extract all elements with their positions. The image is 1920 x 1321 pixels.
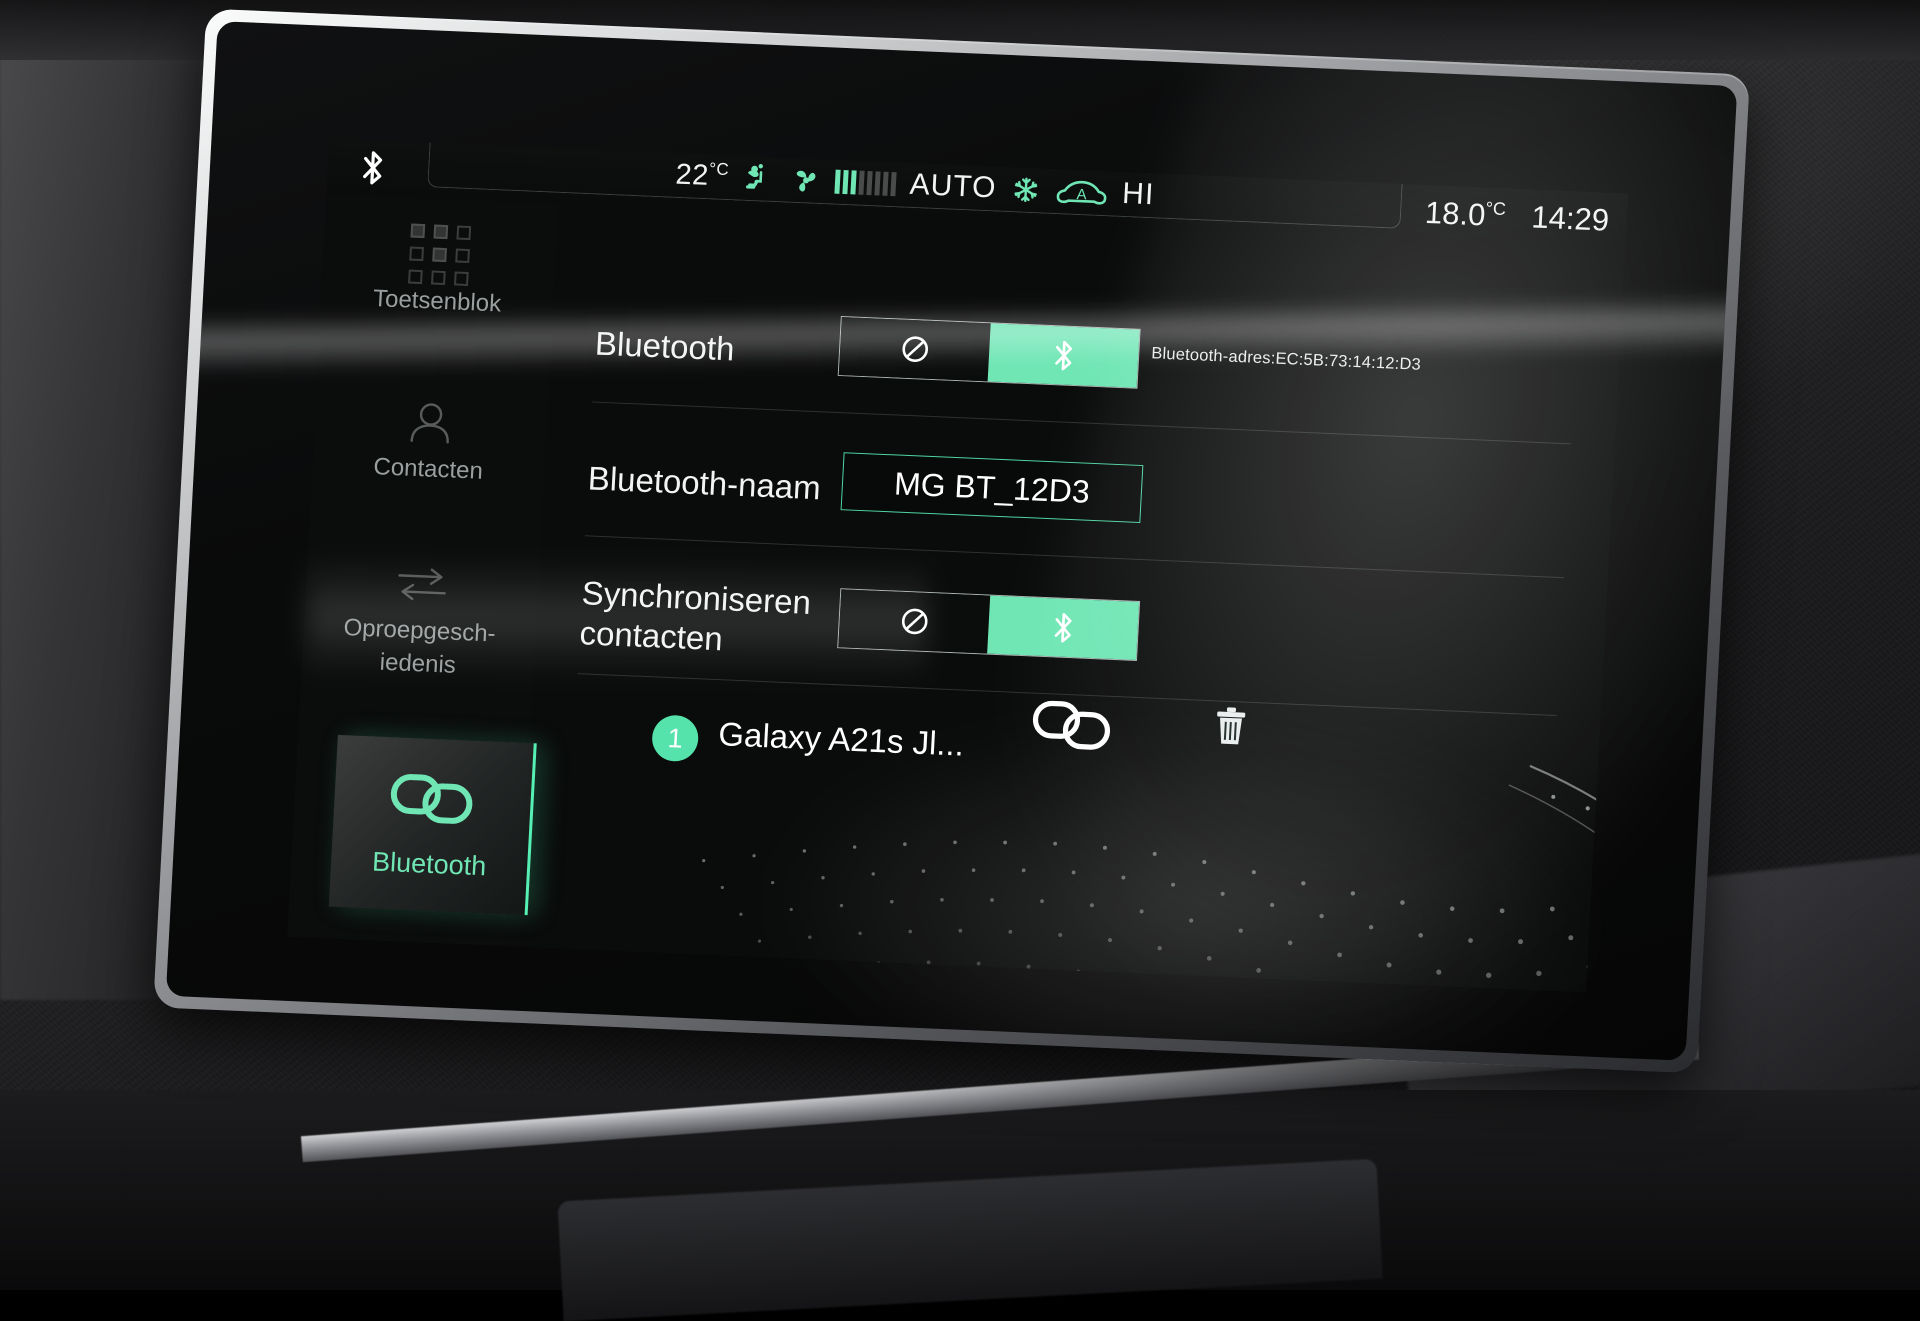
prohibited-icon [898, 606, 930, 637]
blower-hi-label: HI [1121, 176, 1155, 211]
auto-recirculation-car-icon: A [1054, 176, 1110, 208]
call-history-arrows-icon [390, 555, 455, 614]
outside-temperature: 18.0°C [1424, 195, 1506, 234]
sync-contacts-label: Synchroniseren contacten [579, 573, 812, 663]
bluetooth-link-icon [388, 768, 477, 835]
infotainment-display: 22°C [153, 9, 1750, 1074]
fan-level-bars [834, 169, 896, 196]
status-bluetooth-indicator [327, 147, 419, 189]
link-connected-icon [1030, 697, 1115, 756]
fan-icon [790, 164, 822, 195]
sync-contacts-toggle-on[interactable] [987, 596, 1139, 660]
trash-icon [1210, 702, 1250, 750]
clock: 14:29 [1531, 199, 1610, 238]
infotainment-ui: 22°C [287, 138, 1628, 992]
device-index-badge: 1 [651, 714, 699, 762]
device-connect-button[interactable] [1030, 697, 1115, 761]
keypad-icon [408, 226, 471, 284]
bluetooth-icon [359, 148, 387, 187]
status-right-group: 18.0°C 14:29 [1424, 195, 1628, 240]
prohibited-icon [899, 334, 931, 365]
display-glass: 22°C [166, 21, 1738, 1061]
bluetooth-name-label: Bluetooth-naam [587, 458, 822, 508]
device-delete-button[interactable] [1210, 702, 1251, 755]
sidebar-item-label-line1: Oproepgesch- [343, 615, 496, 648]
snowflake-icon [1010, 174, 1042, 205]
bluetooth-icon [1050, 610, 1076, 645]
sidebar-item-label: Bluetooth [371, 846, 487, 882]
svg-text:A: A [1076, 185, 1087, 202]
person-icon [403, 393, 458, 451]
airflow-body-icon [742, 160, 778, 195]
bluetooth-name-field[interactable]: MG BT_12D3 [841, 452, 1144, 523]
bluetooth-row-label: Bluetooth [594, 324, 735, 370]
sidebar-item-bluetooth[interactable]: Bluetooth [329, 735, 537, 915]
bluetooth-icon [1051, 338, 1077, 373]
sidebar-item-label-line2: iedenis [379, 649, 456, 679]
sidebar-item-call-history[interactable]: Oproepgesch- iedenis [301, 551, 539, 683]
bluetooth-address-hint: Bluetooth-adres:EC:5B:73:14:12:D3 [1151, 344, 1422, 375]
bluetooth-toggle[interactable] [838, 316, 1141, 389]
sync-contacts-toggle-off[interactable] [838, 589, 990, 653]
bluetooth-toggle-off[interactable] [839, 317, 991, 381]
bluetooth-settings-pane: Bluetooth Bluetooth-adres:EC:5B [519, 204, 1626, 993]
sync-contacts-toggle[interactable] [837, 588, 1140, 661]
sidebar-item-label: Contacten [373, 454, 484, 486]
sidebar-item-label: Toetsenblok [372, 286, 501, 318]
sidebar-item-keypad[interactable]: Toetsenblok [320, 222, 557, 321]
sidebar-item-contacts[interactable]: Contacten [312, 390, 549, 489]
auto-mode-label: AUTO [909, 167, 998, 205]
phone-sidebar: Toetsenblok Contacten [287, 194, 558, 947]
divider [592, 401, 1571, 444]
bluetooth-toggle-on[interactable] [988, 323, 1140, 387]
paired-device-row[interactable]: 1 Galaxy A21s Jl... [528, 673, 1601, 829]
cabin-temperature: 22°C [675, 157, 730, 193]
device-name: Galaxy A21s Jl... [717, 715, 965, 763]
divider [585, 535, 1564, 578]
